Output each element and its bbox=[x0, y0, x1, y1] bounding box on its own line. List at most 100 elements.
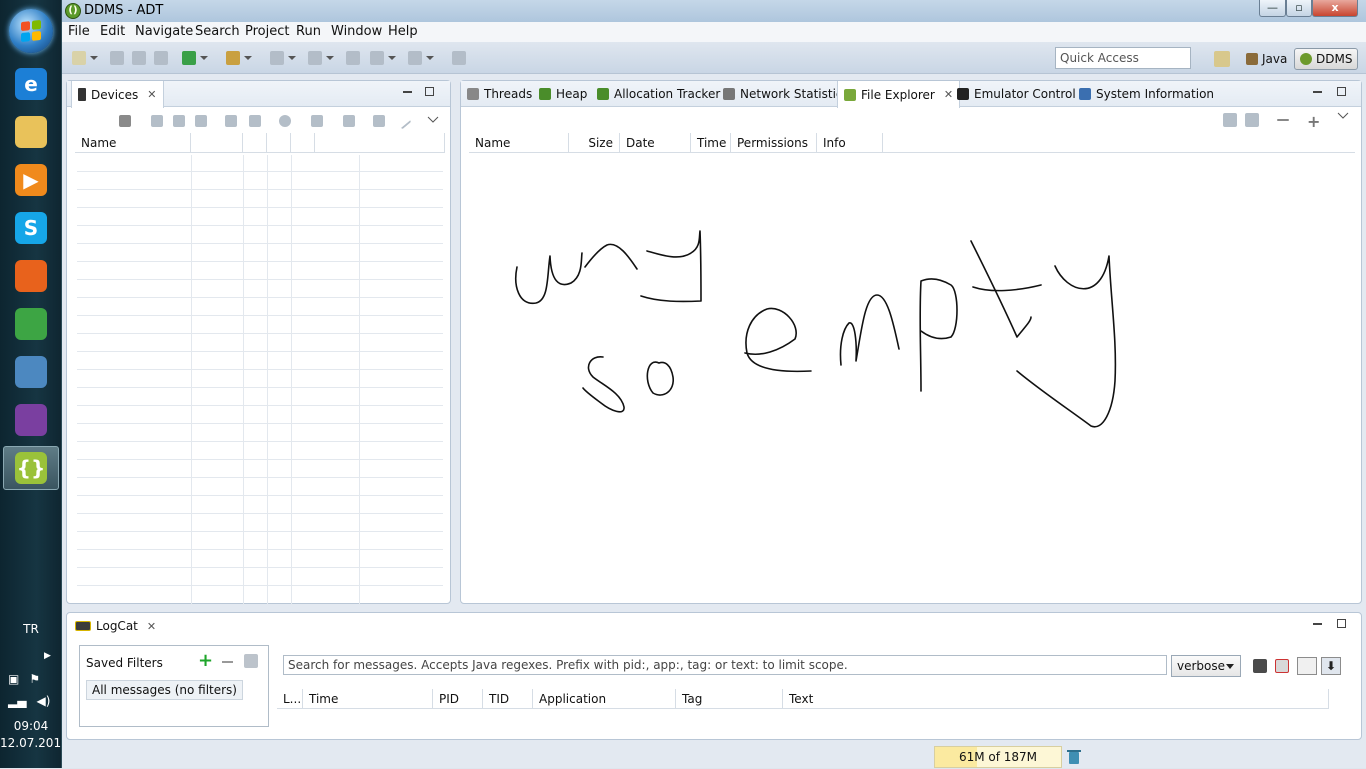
language-indicator[interactable]: TR bbox=[0, 622, 62, 636]
clock-date[interactable]: 12.07.2013 bbox=[0, 736, 69, 750]
logcat-column-header[interactable]: Tag bbox=[676, 689, 783, 708]
save-icon[interactable] bbox=[110, 51, 124, 65]
devices-column-line bbox=[191, 155, 192, 605]
remove-filter-icon[interactable] bbox=[222, 661, 233, 663]
minimize-button[interactable]: — bbox=[1259, 0, 1286, 17]
devices-column-header[interactable] bbox=[315, 133, 445, 152]
logcat-panel: LogCat ✕ Saved Filters + All messages (n… bbox=[66, 612, 1362, 740]
tab-logcat[interactable]: LogCat ✕ bbox=[69, 614, 162, 638]
dump-hprof-icon[interactable] bbox=[173, 115, 185, 127]
title-bar[interactable]: () DDMS - ADT — ▫ x bbox=[62, 0, 1366, 22]
logcat-column-header[interactable]: L... bbox=[277, 689, 303, 708]
update-threads-icon[interactable] bbox=[225, 115, 237, 127]
last-edit-icon[interactable] bbox=[346, 51, 360, 65]
quick-access-input[interactable] bbox=[1055, 47, 1191, 69]
taskbar-app-chrome[interactable] bbox=[3, 302, 59, 346]
logcat-column-header[interactable]: Text bbox=[783, 689, 1329, 708]
devices-row-line bbox=[77, 459, 443, 460]
filter-all-messages[interactable]: All messages (no filters) bbox=[86, 680, 243, 700]
print-icon[interactable] bbox=[154, 51, 168, 65]
back-icon[interactable] bbox=[370, 51, 396, 65]
devices-column-header[interactable] bbox=[267, 133, 291, 152]
cause-gc-icon[interactable] bbox=[195, 115, 207, 127]
save-all-icon[interactable] bbox=[132, 51, 146, 65]
close-tab-icon[interactable]: ✕ bbox=[147, 620, 156, 633]
taskbar-app-file-explorer[interactable] bbox=[3, 110, 59, 154]
screen-capture-icon[interactable] bbox=[311, 115, 323, 127]
run-gc-icon[interactable] bbox=[1066, 748, 1082, 766]
show-hidden-icons-icon[interactable]: ▶ bbox=[44, 651, 51, 661]
taskbar-app-winrar[interactable] bbox=[3, 398, 59, 442]
next-annotation-icon[interactable] bbox=[270, 51, 296, 65]
stop-process-icon[interactable] bbox=[279, 115, 291, 127]
ddms-perspective-button[interactable]: DDMS bbox=[1294, 48, 1359, 70]
logcat-column-header[interactable]: Application bbox=[533, 689, 676, 708]
save-log-icon[interactable] bbox=[1253, 659, 1267, 673]
menu-navigate[interactable]: Navigate bbox=[135, 24, 193, 39]
java-perspective-button[interactable]: Java bbox=[1242, 48, 1291, 70]
maximize-button[interactable]: ▫ bbox=[1286, 0, 1312, 17]
add-filter-icon[interactable]: + bbox=[198, 650, 213, 671]
toggle-filters-icon[interactable] bbox=[1297, 657, 1317, 675]
logcat-column-header[interactable]: TID bbox=[483, 689, 533, 708]
maximize-view-icon[interactable] bbox=[1337, 619, 1346, 631]
devices-row-line bbox=[77, 333, 443, 334]
saved-filters-label: Saved Filters bbox=[86, 656, 163, 670]
devices-column-header[interactable] bbox=[243, 133, 267, 152]
clock-time[interactable]: 09:04 bbox=[0, 719, 62, 733]
devices-row-line bbox=[77, 171, 443, 172]
menu-run[interactable]: Run bbox=[296, 24, 321, 39]
logcat-search-input[interactable] bbox=[283, 655, 1167, 675]
new-wizard-icon[interactable] bbox=[72, 51, 98, 65]
heap-status[interactable]: 61M of 187M bbox=[934, 746, 1062, 768]
taskbar-app-skype[interactable]: S bbox=[3, 206, 59, 250]
scroll-lock-icon[interactable]: ⬇ bbox=[1321, 657, 1341, 675]
menu-window[interactable]: Window bbox=[331, 24, 382, 39]
menu-search[interactable]: Search bbox=[195, 24, 240, 39]
volume-icon[interactable]: ◀) bbox=[36, 694, 50, 708]
phone-icon bbox=[78, 88, 86, 101]
open-perspective-icon[interactable] bbox=[1214, 51, 1230, 67]
systrace-icon[interactable] bbox=[373, 115, 385, 127]
view-menu-icon[interactable] bbox=[427, 113, 439, 125]
devices-column-header[interactable]: Name bbox=[75, 133, 191, 152]
minimize-view-icon[interactable] bbox=[1313, 619, 1322, 630]
start-button[interactable] bbox=[9, 9, 53, 53]
action-center-icon[interactable]: ▣ bbox=[8, 672, 19, 686]
taskbar-app-internet-explorer[interactable]: e bbox=[3, 62, 59, 106]
devices-row-line bbox=[77, 315, 443, 316]
tab-devices[interactable]: Devices ✕ bbox=[71, 81, 164, 108]
taskbar-app-computer[interactable] bbox=[3, 350, 59, 394]
menu-project[interactable]: Project bbox=[245, 24, 289, 39]
menu-file[interactable]: File bbox=[68, 24, 90, 39]
debug-process-icon[interactable] bbox=[119, 115, 131, 127]
prev-annotation-icon[interactable] bbox=[308, 51, 334, 65]
log-level-select[interactable]: verbose bbox=[1171, 655, 1241, 677]
tools-icon[interactable] bbox=[226, 51, 252, 65]
network-icon[interactable]: ▂▄ bbox=[8, 694, 26, 708]
close-button[interactable]: x bbox=[1312, 0, 1358, 17]
devices-column-header[interactable] bbox=[291, 133, 315, 152]
close-tab-icon[interactable]: ✕ bbox=[147, 88, 156, 101]
logcat-column-header[interactable]: Time bbox=[303, 689, 433, 708]
forward-icon[interactable] bbox=[408, 51, 434, 65]
pin-editor-icon[interactable] bbox=[452, 51, 466, 65]
edit-filter-icon[interactable] bbox=[244, 654, 258, 668]
run-debug-icon[interactable] bbox=[182, 51, 208, 65]
maximize-view-icon[interactable] bbox=[425, 87, 434, 99]
flag-icon[interactable]: ⚑ bbox=[29, 672, 40, 686]
minimize-view-icon[interactable] bbox=[403, 87, 412, 98]
update-heap-icon[interactable] bbox=[151, 115, 163, 127]
taskbar-app-media-player[interactable]: ▶ bbox=[3, 158, 59, 202]
menu-help[interactable]: Help bbox=[388, 24, 418, 39]
devices-column-header[interactable] bbox=[191, 133, 243, 152]
winrar-icon bbox=[15, 404, 47, 436]
start-method-profiling-icon[interactable] bbox=[249, 115, 261, 127]
taskbar-app-firefox[interactable] bbox=[3, 254, 59, 298]
dump-view-hierarchy-icon[interactable] bbox=[343, 115, 355, 127]
clear-log-icon[interactable] bbox=[1275, 659, 1289, 673]
taskbar-app-adt[interactable]: {} bbox=[3, 446, 59, 490]
menu-edit[interactable]: Edit bbox=[100, 24, 125, 39]
logcat-column-header[interactable]: PID bbox=[433, 689, 483, 708]
opengl-trace-icon[interactable] bbox=[394, 112, 412, 130]
